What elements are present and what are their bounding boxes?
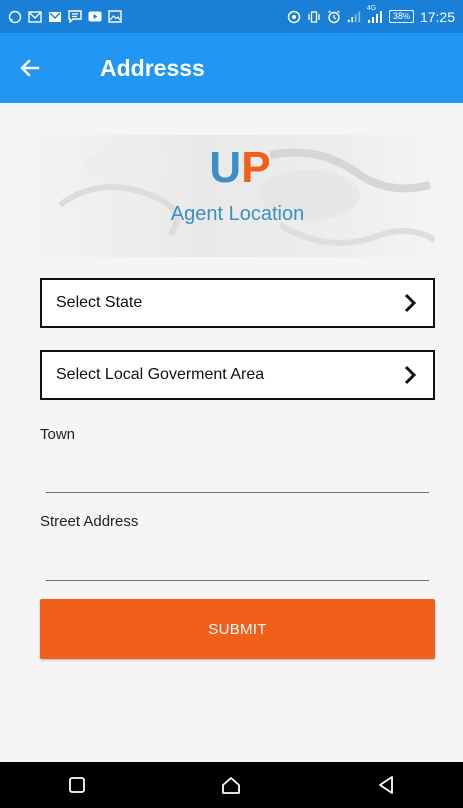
street-address-input[interactable] bbox=[46, 546, 429, 581]
select-state-button[interactable]: Select State bbox=[40, 278, 435, 328]
message-icon bbox=[68, 10, 82, 24]
youtube-icon bbox=[88, 10, 102, 24]
select-lga-label: Select Local Goverment Area bbox=[56, 366, 265, 383]
image-icon bbox=[108, 10, 122, 24]
battery-level: 38 bbox=[392, 11, 403, 21]
logo-p: P bbox=[241, 143, 271, 192]
location-icon bbox=[287, 10, 301, 24]
chevron-right-icon bbox=[404, 293, 417, 313]
town-label: Town bbox=[40, 426, 76, 443]
battery-icon: 38% bbox=[388, 10, 414, 23]
up-logo: UP bbox=[200, 143, 280, 201]
notification-icons bbox=[8, 10, 122, 24]
status-bar: 4G 38% 17:25 bbox=[0, 0, 463, 33]
recents-button[interactable] bbox=[47, 762, 107, 808]
agent-location-banner: UP Agent Location bbox=[40, 135, 435, 257]
banner-caption: Agent Location bbox=[170, 203, 305, 225]
signal-4g-icon: 4G bbox=[367, 5, 383, 24]
logo-u: U bbox=[209, 143, 242, 192]
square-icon bbox=[69, 777, 86, 793]
back-nav-button[interactable] bbox=[356, 762, 416, 808]
select-state-label: Select State bbox=[56, 294, 143, 311]
signal-icon bbox=[347, 10, 361, 24]
chevron-right-icon bbox=[404, 365, 417, 385]
vibrate-icon bbox=[307, 10, 321, 24]
select-lga-button[interactable]: Select Local Goverment Area bbox=[40, 350, 435, 400]
app-bar: Addresss bbox=[0, 33, 463, 103]
home-icon bbox=[222, 777, 241, 794]
back-button[interactable] bbox=[0, 33, 60, 103]
submit-button[interactable]: SUBMIT bbox=[40, 599, 435, 659]
whatsapp-icon bbox=[8, 10, 22, 24]
alarm-icon bbox=[327, 9, 341, 24]
home-button[interactable] bbox=[201, 762, 261, 808]
gmail-icon bbox=[28, 10, 42, 24]
arrow-left-icon bbox=[20, 59, 40, 77]
town-input[interactable] bbox=[46, 458, 429, 493]
street-address-label: Street Address bbox=[40, 513, 139, 530]
back-triangle-icon bbox=[378, 776, 393, 794]
gmail-icon bbox=[48, 10, 62, 24]
status-time: 17:25 bbox=[419, 8, 455, 25]
network-label: 4G bbox=[366, 4, 377, 12]
page-title: Addresss bbox=[100, 54, 205, 81]
system-icons: 4G 38% 17:25 bbox=[287, 5, 455, 25]
system-nav-bar bbox=[0, 762, 463, 808]
